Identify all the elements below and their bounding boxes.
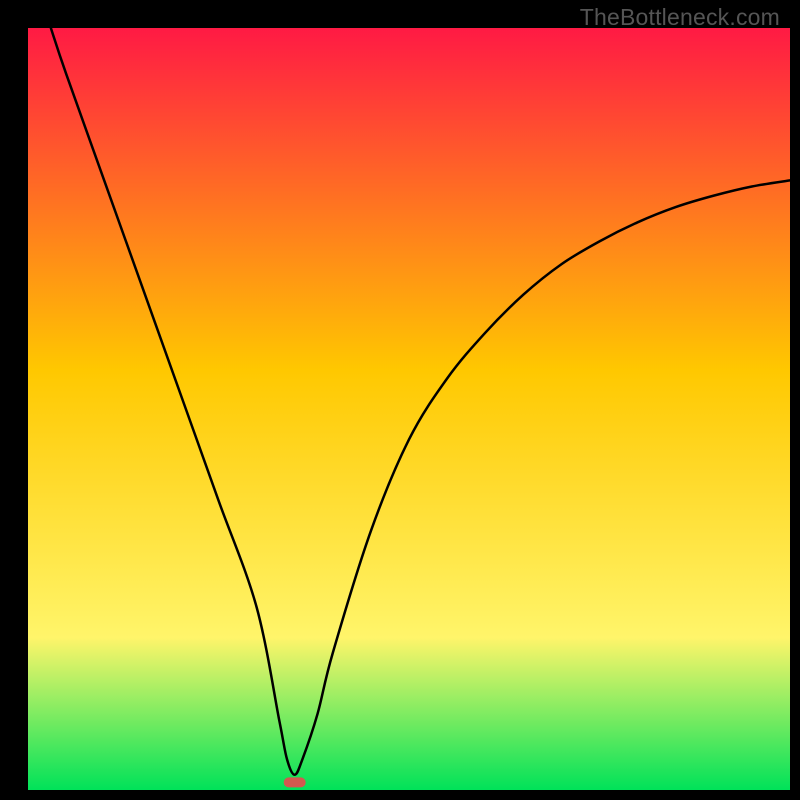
bottleneck-chart [0, 0, 800, 800]
gradient-background [28, 28, 790, 790]
chart-container: TheBottleneck.com [0, 0, 800, 800]
watermark-text: TheBottleneck.com [580, 4, 780, 31]
minimum-marker [284, 777, 306, 787]
